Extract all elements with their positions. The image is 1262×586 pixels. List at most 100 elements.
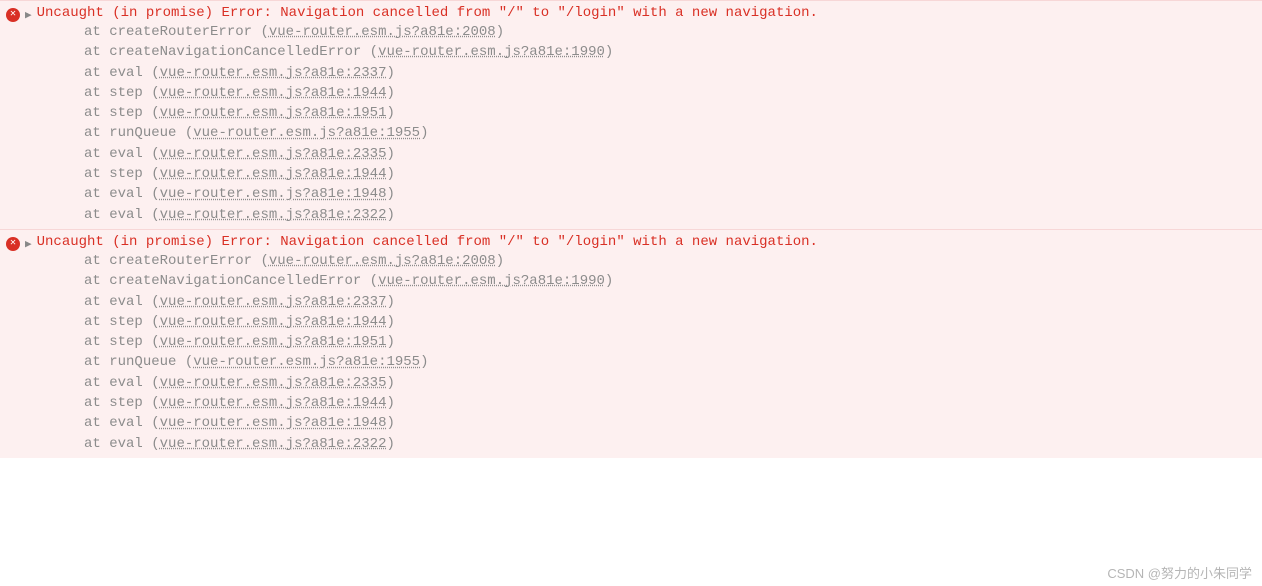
stack-function: step [109, 314, 143, 330]
console-error-block: ✕▶Uncaught (in promise) Error: Navigatio… [0, 229, 1262, 458]
at-prefix: at [84, 146, 109, 162]
source-link[interactable]: vue-router.esm.js?a81e:1948 [160, 186, 387, 202]
at-prefix: at [84, 273, 109, 289]
paren-close: ) [496, 253, 504, 269]
stack-frame: at eval (vue-router.esm.js?a81e:2337) [84, 292, 1256, 312]
stack-frame: at eval (vue-router.esm.js?a81e:2335) [84, 144, 1256, 164]
stack-frame: at runQueue (vue-router.esm.js?a81e:1955… [84, 123, 1256, 143]
paren-open: ( [143, 65, 160, 81]
stack-function: step [109, 85, 143, 101]
source-link[interactable]: vue-router.esm.js?a81e:2322 [160, 207, 387, 223]
stack-trace: at createRouterError (vue-router.esm.js?… [6, 22, 1256, 225]
source-link[interactable]: vue-router.esm.js?a81e:1951 [160, 105, 387, 121]
source-link[interactable]: vue-router.esm.js?a81e:2335 [160, 146, 387, 162]
at-prefix: at [84, 85, 109, 101]
source-link[interactable]: vue-router.esm.js?a81e:2322 [160, 436, 387, 452]
source-link[interactable]: vue-router.esm.js?a81e:1948 [160, 415, 387, 431]
stack-frame: at eval (vue-router.esm.js?a81e:2322) [84, 205, 1256, 225]
stack-function: eval [109, 436, 143, 452]
at-prefix: at [84, 125, 109, 141]
at-prefix: at [84, 186, 109, 202]
source-link[interactable]: vue-router.esm.js?a81e:2008 [269, 253, 496, 269]
paren-close: ) [386, 294, 394, 310]
at-prefix: at [84, 207, 109, 223]
paren-open: ( [143, 314, 160, 330]
at-prefix: at [84, 395, 109, 411]
paren-open: ( [143, 146, 160, 162]
paren-open: ( [143, 436, 160, 452]
paren-close: ) [386, 105, 394, 121]
at-prefix: at [84, 375, 109, 391]
source-link[interactable]: vue-router.esm.js?a81e:2008 [269, 24, 496, 40]
stack-frame: at eval (vue-router.esm.js?a81e:1948) [84, 184, 1256, 204]
stack-frame: at createNavigationCancelledError (vue-r… [84, 42, 1256, 62]
stack-frame: at eval (vue-router.esm.js?a81e:2335) [84, 373, 1256, 393]
paren-open: ( [361, 44, 378, 60]
stack-function: createNavigationCancelledError [109, 44, 361, 60]
paren-open: ( [143, 395, 160, 411]
expand-toggle-icon[interactable]: ▶ [25, 237, 32, 251]
source-link[interactable]: vue-router.esm.js?a81e:2337 [160, 65, 387, 81]
stack-function: step [109, 166, 143, 182]
stack-frame: at eval (vue-router.esm.js?a81e:1948) [84, 413, 1256, 433]
at-prefix: at [84, 105, 109, 121]
paren-open: ( [252, 24, 269, 40]
stack-function: runQueue [109, 354, 176, 370]
paren-close: ) [386, 166, 394, 182]
stack-frame: at createRouterError (vue-router.esm.js?… [84, 251, 1256, 271]
stack-frame: at step (vue-router.esm.js?a81e:1951) [84, 332, 1256, 352]
paren-open: ( [143, 85, 160, 101]
paren-open: ( [361, 273, 378, 289]
stack-frame: at step (vue-router.esm.js?a81e:1944) [84, 312, 1256, 332]
error-icon: ✕ [6, 8, 20, 22]
at-prefix: at [84, 166, 109, 182]
stack-trace: at createRouterError (vue-router.esm.js?… [6, 251, 1256, 454]
paren-close: ) [386, 314, 394, 330]
paren-close: ) [420, 125, 428, 141]
stack-function: eval [109, 375, 143, 391]
source-link[interactable]: vue-router.esm.js?a81e:1944 [160, 166, 387, 182]
paren-close: ) [420, 354, 428, 370]
paren-open: ( [252, 253, 269, 269]
stack-function: eval [109, 415, 143, 431]
paren-open: ( [143, 294, 160, 310]
stack-frame: at createNavigationCancelledError (vue-r… [84, 271, 1256, 291]
source-link[interactable]: vue-router.esm.js?a81e:2337 [160, 294, 387, 310]
paren-close: ) [496, 24, 504, 40]
source-link[interactable]: vue-router.esm.js?a81e:1955 [193, 125, 420, 141]
paren-close: ) [386, 65, 394, 81]
stack-frame: at runQueue (vue-router.esm.js?a81e:1955… [84, 352, 1256, 372]
paren-close: ) [386, 375, 394, 391]
expand-toggle-icon[interactable]: ▶ [25, 8, 32, 22]
paren-close: ) [386, 207, 394, 223]
paren-close: ) [386, 85, 394, 101]
stack-frame: at step (vue-router.esm.js?a81e:1944) [84, 164, 1256, 184]
stack-frame: at step (vue-router.esm.js?a81e:1944) [84, 83, 1256, 103]
source-link[interactable]: vue-router.esm.js?a81e:1990 [378, 44, 605, 60]
paren-open: ( [143, 186, 160, 202]
stack-function: createNavigationCancelledError [109, 273, 361, 289]
at-prefix: at [84, 24, 109, 40]
error-message: Uncaught (in promise) Error: Navigation … [37, 5, 818, 21]
source-link[interactable]: vue-router.esm.js?a81e:1955 [193, 354, 420, 370]
at-prefix: at [84, 334, 109, 350]
paren-close: ) [386, 146, 394, 162]
stack-function: eval [109, 146, 143, 162]
source-link[interactable]: vue-router.esm.js?a81e:1944 [160, 314, 387, 330]
csdn-watermark: CSDN @努力的小朱同学 [1107, 563, 1252, 582]
source-link[interactable]: vue-router.esm.js?a81e:1944 [160, 395, 387, 411]
source-link[interactable]: vue-router.esm.js?a81e:1951 [160, 334, 387, 350]
paren-open: ( [143, 334, 160, 350]
source-link[interactable]: vue-router.esm.js?a81e:1944 [160, 85, 387, 101]
at-prefix: at [84, 354, 109, 370]
paren-open: ( [143, 166, 160, 182]
stack-function: createRouterError [109, 24, 252, 40]
source-link[interactable]: vue-router.esm.js?a81e:1990 [378, 273, 605, 289]
paren-close: ) [386, 436, 394, 452]
source-link[interactable]: vue-router.esm.js?a81e:2335 [160, 375, 387, 391]
at-prefix: at [84, 253, 109, 269]
stack-function: eval [109, 186, 143, 202]
paren-open: ( [176, 354, 193, 370]
at-prefix: at [84, 65, 109, 81]
at-prefix: at [84, 436, 109, 452]
